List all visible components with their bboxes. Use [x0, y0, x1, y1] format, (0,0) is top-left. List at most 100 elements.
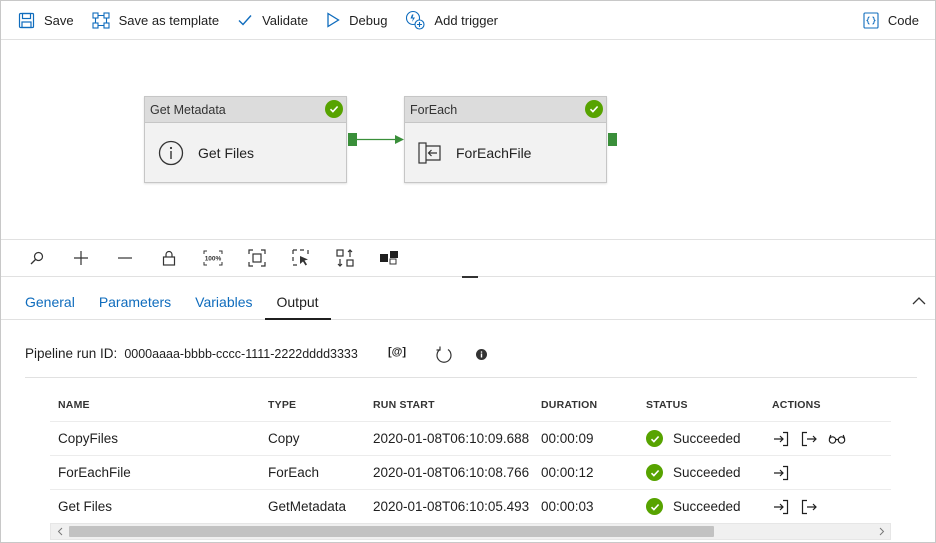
canvas-controls: 100% [1, 239, 935, 277]
success-check-icon [325, 100, 343, 118]
cell-actions [772, 422, 856, 455]
save-as-template-label: Save as template [118, 12, 220, 28]
scroll-right-icon[interactable] [873, 524, 890, 539]
success-check-icon [646, 430, 663, 447]
play-icon [327, 12, 340, 28]
cell-status: Succeeded [646, 422, 741, 455]
success-check-icon [646, 464, 663, 481]
debug-label: Debug [349, 12, 388, 28]
toolbar: Save Save as template Validate Debug Add… [1, 1, 935, 40]
run-id-label: Pipeline run ID: [25, 346, 118, 361]
refresh-icon[interactable] [434, 345, 454, 365]
search-icon[interactable] [26, 247, 48, 269]
column-header-name[interactable]: NAME [58, 389, 90, 421]
add-trigger-button[interactable]: Add trigger [396, 1, 507, 40]
activity-runs-grid: NAME TYPE RUN START DURATION STATUS ACTI… [50, 389, 891, 524]
cell-type: GetMetadata [268, 499, 347, 514]
details-glasses-icon[interactable] [828, 430, 846, 448]
layout-icon[interactable] [378, 247, 400, 269]
select-icon[interactable] [290, 247, 312, 269]
code-label: Code [887, 12, 919, 28]
horizontal-scrollbar[interactable] [50, 523, 891, 540]
tab-output[interactable]: Output [264, 286, 331, 320]
checkmark-icon [238, 15, 252, 26]
cell-status: Succeeded [646, 490, 741, 523]
scroll-left-icon[interactable] [51, 524, 68, 539]
cell-run-start: 2020-01-08T06:10:05.493 [373, 499, 530, 514]
column-header-actions: ACTIONS [772, 399, 821, 411]
cell-actions [772, 490, 828, 523]
cell-duration: 00:00:03 [541, 499, 594, 514]
lock-icon[interactable] [158, 247, 180, 269]
chevron-up-icon[interactable] [911, 293, 927, 309]
cell-run-start: 2020-01-08T06:10:08.766 [373, 465, 530, 480]
activity-name: Get Files [198, 144, 255, 161]
input-icon[interactable] [772, 430, 790, 448]
column-header-duration[interactable]: DURATION [541, 389, 597, 421]
save-as-template-button[interactable]: Save as template [83, 1, 228, 40]
foreach-icon [418, 141, 441, 164]
activity-foreachfile[interactable]: ForEach ForEachFile [404, 96, 607, 183]
tab-general[interactable]: General [13, 286, 87, 320]
save-button[interactable]: Save [1, 1, 83, 40]
table-row[interactable]: Get Files GetMetadata 2020-01-08T06:10:0… [50, 490, 891, 524]
column-header-type[interactable]: TYPE [268, 389, 296, 421]
cell-run-start: 2020-01-08T06:10:09.688 [373, 431, 530, 446]
fit-to-screen-icon[interactable] [246, 247, 268, 269]
output-icon[interactable] [800, 498, 818, 516]
status-text: Succeeded [673, 431, 741, 446]
column-header-run-start[interactable]: RUN START [373, 389, 435, 421]
activity-type-label: ForEach [410, 102, 458, 117]
add-trigger-label: Add trigger [434, 12, 499, 28]
table-row[interactable]: ForEachFile ForEach 2020-01-08T06:10:08.… [50, 456, 891, 490]
output-icon[interactable] [800, 430, 818, 448]
auto-align-icon[interactable] [334, 247, 356, 269]
trigger-icon [406, 10, 425, 30]
table-row[interactable]: CopyFiles Copy 2020-01-08T06:10:09.688 0… [50, 422, 891, 456]
zoom-100-icon[interactable]: 100% [202, 247, 224, 269]
success-output-port[interactable] [608, 133, 617, 146]
cell-status: Succeeded [646, 456, 741, 489]
activity-name: ForEachFile [456, 144, 532, 161]
activity-get-files[interactable]: Get Metadata Get Files [144, 96, 347, 183]
debug-button[interactable]: Debug [317, 1, 396, 40]
svg-text:100%: 100% [205, 256, 222, 263]
save-label: Save [44, 12, 74, 28]
success-output-port[interactable] [348, 133, 357, 146]
info-circle-icon [158, 140, 184, 165]
divider [25, 377, 917, 378]
column-header-status[interactable]: STATUS [646, 389, 688, 421]
success-check-icon [585, 100, 603, 118]
run-id-value: 0000aaaa-bbbb-cccc-1111-2222dddd3333 [124, 346, 358, 361]
cell-type: ForEach [268, 465, 320, 480]
activity-header: Get Metadata [145, 97, 346, 123]
tab-parameters[interactable]: Parameters [87, 286, 183, 320]
properties-tabs: General Parameters Variables Output [1, 286, 935, 320]
pipeline-canvas[interactable]: Get Metadata Get Files ForEach ForEachFi… [1, 41, 935, 239]
cell-name: CopyFiles [58, 431, 119, 446]
cell-duration: 00:00:09 [541, 431, 594, 446]
grid-header-row: NAME TYPE RUN START DURATION STATUS ACTI… [50, 389, 891, 422]
template-icon [92, 11, 110, 29]
zoom-out-icon[interactable] [114, 247, 136, 269]
activity-type-label: Get Metadata [150, 102, 226, 117]
info-icon[interactable] [476, 349, 487, 360]
scrollbar-thumb[interactable] [69, 526, 714, 537]
cell-duration: 00:00:12 [541, 465, 594, 480]
code-icon [863, 11, 879, 29]
status-text: Succeeded [673, 499, 741, 514]
validate-button[interactable]: Validate [228, 1, 317, 40]
cell-name: Get Files [58, 499, 113, 514]
panel-resize-handle[interactable] [462, 276, 478, 278]
input-icon[interactable] [772, 464, 790, 482]
pipeline-editor: Save Save as template Validate Debug Add… [0, 0, 936, 543]
success-check-icon [646, 498, 663, 515]
copy-run-id-icon[interactable]: [@] [388, 346, 406, 358]
dependency-connector[interactable] [357, 133, 405, 146]
status-text: Succeeded [673, 465, 741, 480]
cell-actions [772, 456, 800, 489]
tab-variables[interactable]: Variables [183, 286, 264, 320]
code-button[interactable]: Code [854, 1, 935, 40]
input-icon[interactable] [772, 498, 790, 516]
zoom-in-icon[interactable] [70, 247, 92, 269]
